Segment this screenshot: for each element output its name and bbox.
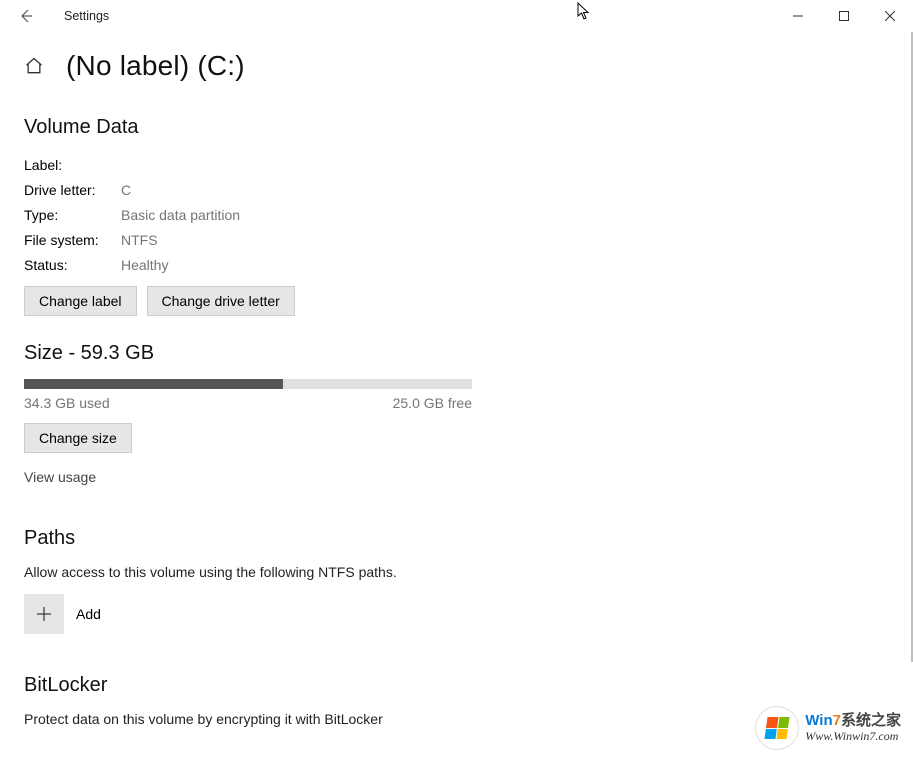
usage-labels: 34.3 GB used 25.0 GB free (24, 395, 472, 411)
maximize-button[interactable] (821, 0, 867, 32)
type-value: Basic data partition (121, 203, 240, 228)
maximize-icon (839, 11, 849, 21)
add-path-label: Add (76, 606, 101, 622)
size-heading: Size - 59.3 GB (24, 342, 913, 365)
paths-description: Allow access to this volume using the fo… (24, 564, 913, 580)
watermark-7: 7 (833, 712, 841, 729)
file-system-value: NTFS (121, 228, 158, 253)
used-label: 34.3 GB used (24, 395, 110, 411)
table-row: File system: NTFS (24, 228, 913, 253)
content-area: (No label) (C:) Volume Data Label: Drive… (0, 32, 913, 758)
type-key: Type: (24, 203, 121, 228)
watermark-logo-icon (755, 706, 799, 750)
titlebar: Settings (0, 0, 913, 32)
table-row: Status: Healthy (24, 253, 913, 278)
watermark-text: Win7系统之家 Www.Winwin7.com (805, 713, 901, 743)
table-row: Type: Basic data partition (24, 203, 913, 228)
drive-letter-value: C (121, 178, 131, 203)
status-key: Status: (24, 253, 121, 278)
close-icon (885, 11, 895, 21)
back-button[interactable] (10, 0, 42, 32)
minimize-icon (793, 11, 803, 21)
volume-data-heading: Volume Data (24, 116, 913, 139)
window-title: Settings (64, 9, 109, 23)
table-row: Label: (24, 153, 913, 178)
change-label-button[interactable]: Change label (24, 286, 137, 316)
table-row: Drive letter: C (24, 178, 913, 203)
watermark: Win7系统之家 Www.Winwin7.com (751, 704, 905, 752)
drive-letter-key: Drive letter: (24, 178, 121, 203)
bitlocker-heading: BitLocker (24, 674, 913, 697)
add-path-row: Add (24, 594, 913, 634)
free-label: 25.0 GB free (393, 395, 472, 411)
change-size-button[interactable]: Change size (24, 423, 132, 453)
volume-data-actions: Change label Change drive letter (24, 286, 913, 316)
window-controls (775, 0, 913, 32)
change-drive-letter-button[interactable]: Change drive letter (147, 286, 295, 316)
close-button[interactable] (867, 0, 913, 32)
minimize-button[interactable] (775, 0, 821, 32)
scrollbar[interactable] (905, 32, 913, 758)
watermark-cn: 系统之家 (841, 712, 901, 729)
usage-bar (24, 379, 472, 389)
home-icon[interactable] (24, 56, 44, 76)
label-key: Label: (24, 153, 121, 178)
plus-icon (35, 605, 53, 623)
watermark-win: Win (805, 712, 832, 729)
file-system-key: File system: (24, 228, 121, 253)
paths-heading: Paths (24, 527, 913, 550)
usage-bar-fill (24, 379, 283, 389)
volume-data-table: Label: Drive letter: C Type: Basic data … (24, 153, 913, 278)
add-path-button[interactable] (24, 594, 64, 634)
page-header: (No label) (C:) (24, 50, 913, 82)
back-arrow-icon (18, 8, 34, 24)
watermark-url: Www.Winwin7.com (805, 730, 901, 743)
page-title: (No label) (C:) (66, 50, 245, 82)
status-value: Healthy (121, 253, 168, 278)
view-usage-link[interactable]: View usage (24, 469, 96, 485)
